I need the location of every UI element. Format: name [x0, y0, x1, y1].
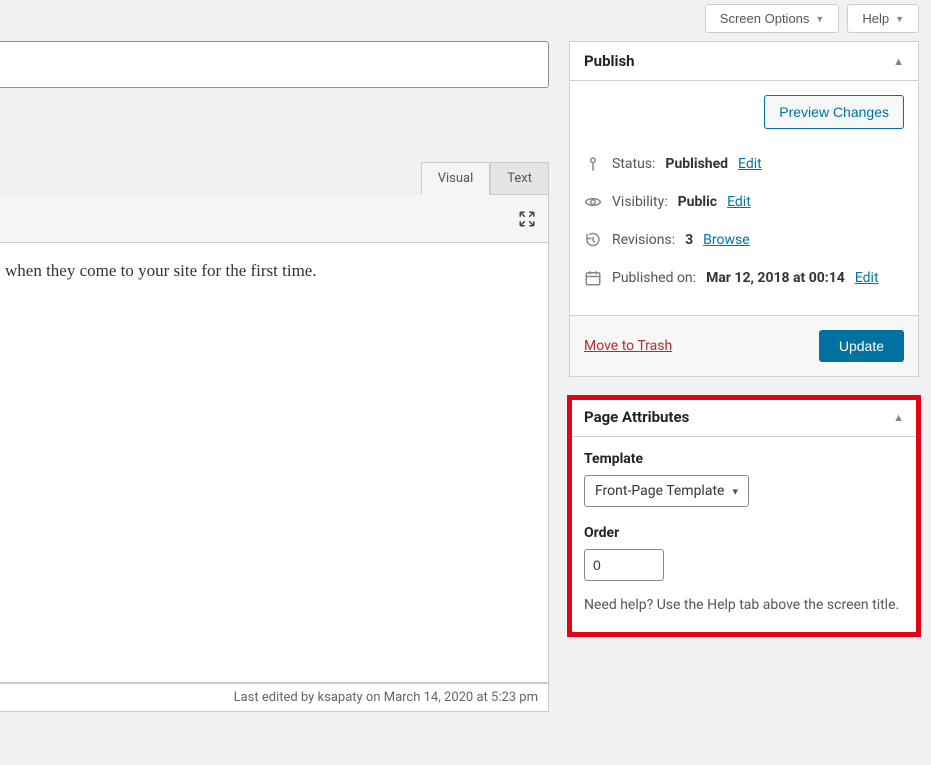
editor-column: Visual Text when they come to your site … [0, 41, 549, 712]
editor-status-bar: Last edited by ksapaty on March 14, 2020… [0, 683, 549, 712]
status-row: Status: Published Edit [584, 145, 904, 183]
tab-text[interactable]: Text [490, 162, 549, 195]
preview-changes-button[interactable]: Preview Changes [764, 95, 904, 129]
sidebar-column: Publish ▲ Preview Changes Status: Publis… [569, 41, 919, 655]
screen-options-label: Screen Options [720, 11, 810, 26]
template-select[interactable]: Front-Page Template ▾ [584, 475, 749, 507]
history-icon [584, 231, 602, 249]
publish-box-header[interactable]: Publish ▲ [570, 42, 918, 81]
visibility-value: Public [678, 194, 717, 210]
top-admin-tabs: Screen Options ▼ Help ▼ [0, 0, 931, 41]
revisions-browse-link[interactable]: Browse [703, 232, 749, 248]
revisions-row: Revisions: 3 Browse [584, 221, 904, 259]
help-label: Help [862, 11, 889, 26]
revisions-label: Revisions: [612, 232, 675, 248]
eye-icon [584, 193, 602, 211]
chevron-down-icon: ▼ [895, 14, 904, 24]
collapse-icon: ▲ [893, 411, 904, 424]
publish-title: Publish [584, 52, 635, 70]
fullscreen-icon[interactable] [518, 210, 536, 228]
template-label: Template [584, 451, 904, 467]
editor-content[interactable]: when they come to your site for the firs… [0, 243, 549, 683]
visibility-edit-link[interactable]: Edit [727, 194, 751, 210]
page-attributes-help-note: Need help? Use the Help tab above the sc… [584, 595, 904, 616]
status-edit-link[interactable]: Edit [738, 156, 762, 172]
visibility-label: Visibility: [612, 194, 668, 210]
order-input[interactable] [584, 549, 664, 581]
published-label: Published on: [612, 270, 696, 286]
revisions-value: 3 [685, 232, 693, 248]
order-label: Order [584, 525, 904, 541]
tab-visual[interactable]: Visual [421, 162, 491, 195]
template-selected-value: Front-Page Template [595, 483, 724, 499]
published-on-row: Published on: Mar 12, 2018 at 00:14 Edit [584, 259, 904, 297]
chevron-down-icon: ▼ [815, 14, 824, 24]
chevron-down-icon: ▾ [732, 485, 738, 498]
help-button[interactable]: Help ▼ [847, 4, 919, 33]
editor-visible-text: when they come to your site for the firs… [5, 261, 317, 280]
editor-mode-tabs: Visual Text [0, 162, 549, 195]
pushpin-icon [584, 155, 602, 173]
publish-box: Publish ▲ Preview Changes Status: Publis… [569, 41, 919, 377]
visibility-row: Visibility: Public Edit [584, 183, 904, 221]
screen-options-button[interactable]: Screen Options ▼ [705, 4, 840, 33]
status-label: Status: [612, 156, 655, 172]
update-button[interactable]: Update [819, 330, 904, 362]
move-to-trash-link[interactable]: Move to Trash [584, 338, 672, 354]
collapse-icon: ▲ [893, 55, 904, 68]
published-value: Mar 12, 2018 at 00:14 [706, 270, 845, 286]
page-attributes-title: Page Attributes [584, 408, 689, 426]
published-edit-link[interactable]: Edit [855, 270, 879, 286]
page-attributes-header[interactable]: Page Attributes ▲ [570, 398, 918, 437]
calendar-icon [584, 269, 602, 287]
post-title-input[interactable] [0, 41, 549, 88]
editor-toolbar [0, 195, 549, 243]
status-value: Published [665, 156, 728, 172]
page-attributes-box: Page Attributes ▲ Template Front-Page Te… [569, 397, 919, 635]
